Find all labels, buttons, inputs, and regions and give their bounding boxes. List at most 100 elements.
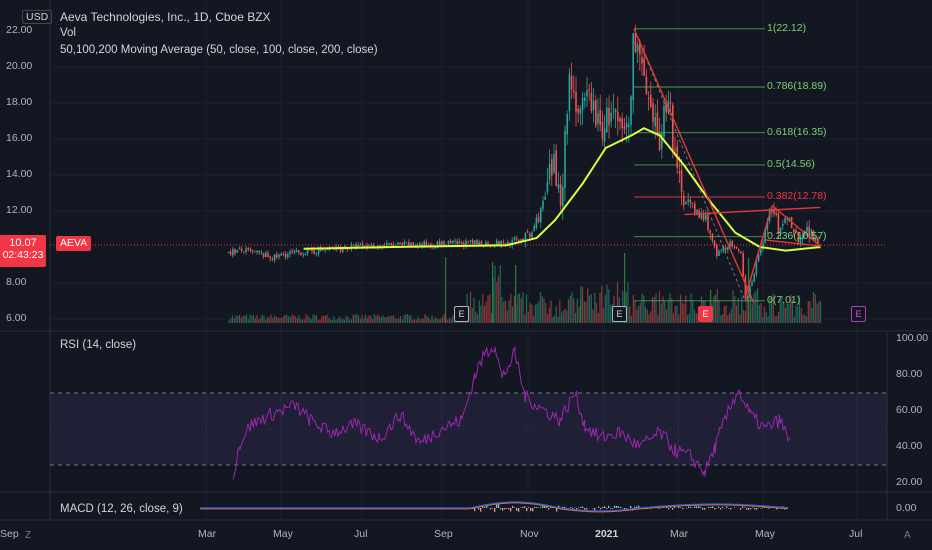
earnings-badge[interactable]: E: [454, 306, 469, 322]
macd-histogram-bar: [610, 508, 612, 509]
volume-bar: [594, 292, 596, 323]
volume-bar: [289, 317, 291, 323]
macd-histogram-bar: [668, 508, 670, 510]
candle-body: [590, 92, 593, 111]
volume-bar: [681, 302, 683, 323]
candle-body: [579, 108, 582, 114]
auto-scale-button[interactable]: A: [904, 530, 911, 541]
volume-bar: [718, 300, 720, 323]
volume-bar: [359, 318, 361, 323]
time-axis-year: 2021: [595, 528, 619, 540]
macd-histogram-bar: [680, 507, 682, 508]
rsi-legend[interactable]: RSI (14, close): [60, 339, 136, 351]
time-axis-tick: Jul: [849, 528, 863, 540]
candle-body: [278, 254, 280, 257]
volume-bar: [812, 292, 815, 323]
volume-bar: [405, 314, 407, 323]
macd-histogram-bar: [690, 506, 692, 508]
volume-bar: [751, 303, 753, 323]
earnings-badge[interactable]: E: [851, 306, 866, 322]
volume-bar: [639, 302, 641, 323]
candle-body: [460, 242, 463, 245]
macd-histogram-bar: [682, 508, 684, 510]
candle-body: [551, 159, 553, 176]
time-axis-tick: Mar: [670, 528, 689, 540]
volume-bar: [251, 316, 253, 323]
candle-body: [740, 251, 742, 253]
macd-histogram-bar: [618, 506, 620, 508]
price-axis-tick: 12.00: [6, 204, 33, 216]
candle-body: [474, 240, 476, 245]
volume-bar: [793, 316, 795, 323]
earnings-badge[interactable]: E: [698, 306, 713, 322]
macd-histogram-bar: [510, 508, 512, 512]
macd-histogram-bar: [536, 507, 538, 508]
volume-bar: [364, 314, 367, 323]
candle-body: [467, 241, 469, 243]
candle-body: [592, 100, 595, 110]
candle-body: [397, 242, 399, 245]
volume-bar: [758, 305, 760, 323]
rsi-axis-tick: 100.00: [896, 332, 929, 344]
volume-bar: [368, 315, 370, 323]
macd-histogram-bar: [658, 508, 660, 509]
candle-body: [240, 248, 243, 251]
candle-body: [784, 218, 786, 223]
price-axis-tick: 20.00: [6, 60, 33, 72]
volume-bar: [471, 308, 473, 323]
candle-body: [282, 254, 285, 255]
volume-bar: [280, 318, 283, 323]
volume-bar: [286, 314, 288, 323]
candle-body: [388, 243, 390, 245]
earnings-badge[interactable]: E: [612, 306, 627, 322]
macd-histogram-bar: [574, 507, 576, 508]
volume-bar: [755, 291, 757, 323]
volume-bar: [301, 319, 304, 323]
volume-bar: [713, 296, 715, 323]
macd-histogram-bar: [586, 508, 588, 510]
candle-body: [575, 92, 577, 112]
candle-body: [645, 76, 648, 95]
volume-legend[interactable]: Vol: [60, 27, 76, 39]
macd-histogram-bar: [524, 506, 526, 508]
candle-body: [577, 108, 579, 113]
macd-legend[interactable]: MACD (12, 26, close, 9): [60, 503, 183, 515]
volume-bar: [641, 293, 643, 323]
volume-bar: [249, 314, 251, 323]
volume-bar: [350, 319, 353, 323]
macd-histogram-bar: [528, 507, 530, 508]
candle-body: [298, 250, 300, 253]
candle-body: [691, 203, 694, 204]
macd-histogram-bar: [626, 508, 628, 509]
volume-bar: [424, 314, 426, 323]
macd-histogram-bar: [616, 506, 618, 508]
volume-bar: [609, 304, 612, 323]
volume-bar: [317, 319, 319, 323]
price-axis-tick: 14.00: [6, 168, 33, 180]
volume-bar: [560, 312, 563, 323]
volume-bar: [475, 311, 477, 323]
macd-histogram-bar: [594, 508, 596, 511]
candle-body: [689, 200, 692, 203]
macd-histogram-bar: [498, 504, 500, 508]
volume-bar: [499, 265, 501, 323]
volume-bar: [690, 293, 692, 323]
zoom-button[interactable]: Z: [25, 530, 31, 541]
symbol-title[interactable]: Aeva Technologies, Inc., 1D, Cboe BZX: [60, 10, 271, 24]
macd-histogram-bar: [548, 508, 550, 510]
moving-average-legend[interactable]: 50,100,200 Moving Average (50, close, 10…: [60, 44, 378, 56]
volume-bar: [485, 301, 487, 323]
volume-bar: [538, 301, 540, 323]
volume-bar: [630, 315, 633, 323]
volume-bar: [508, 300, 510, 323]
fib-level-label: 0.618(16.35): [767, 125, 827, 138]
volume-bar: [296, 318, 298, 323]
volume-bar: [517, 294, 519, 323]
volume-bar: [664, 301, 666, 323]
macd-histogram-bar: [746, 508, 748, 510]
candle-body: [606, 107, 608, 132]
volume-bar: [426, 316, 428, 323]
candle-body: [610, 112, 612, 122]
candle-body: [751, 281, 753, 286]
volume-bar: [503, 301, 505, 323]
